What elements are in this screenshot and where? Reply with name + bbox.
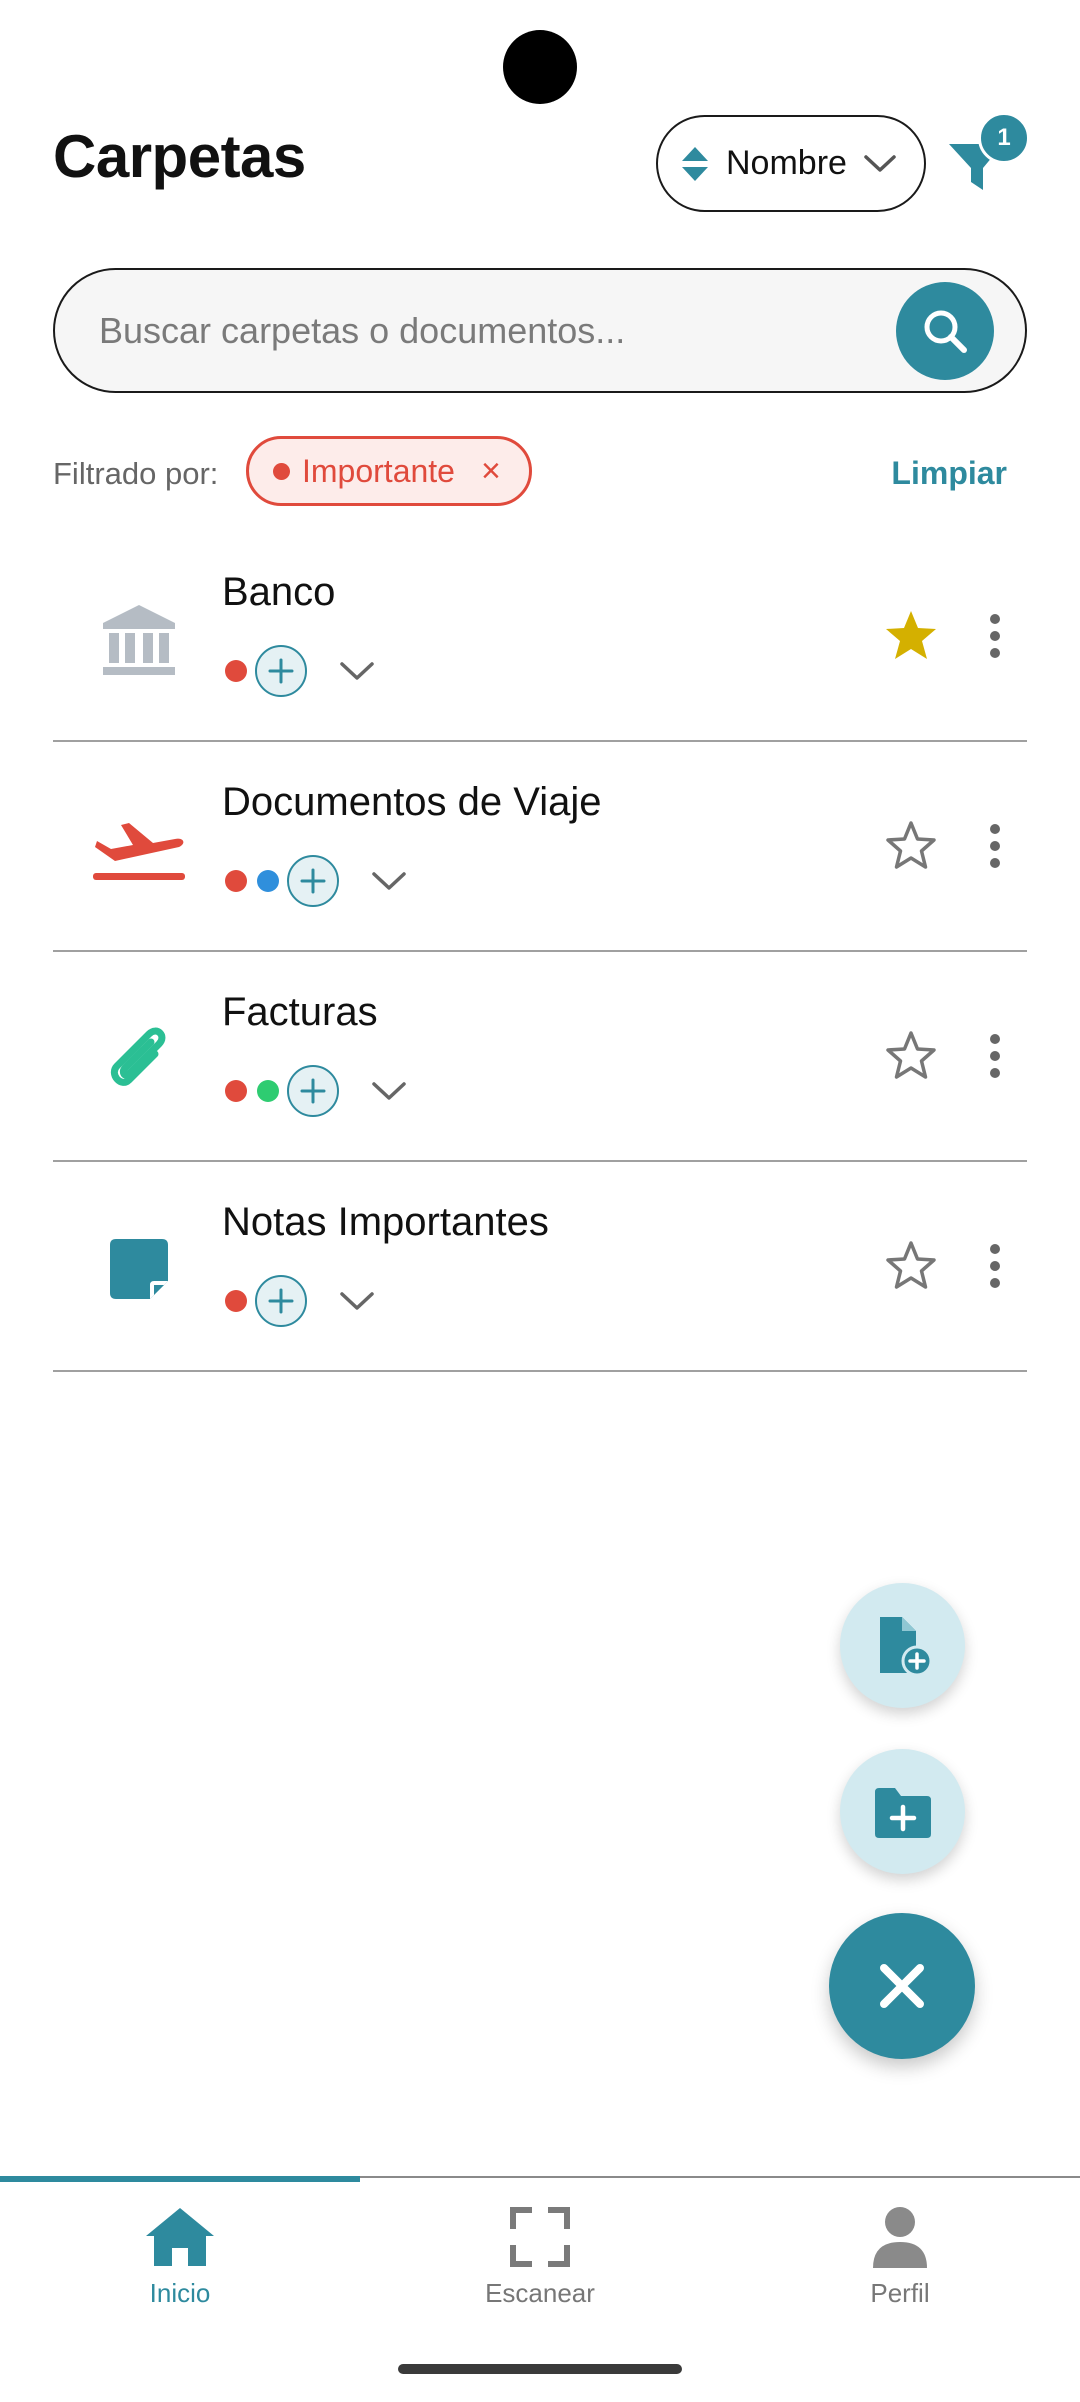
plus-icon <box>268 1288 294 1314</box>
nav-item-escanear[interactable]: Escanear <box>360 2204 720 2309</box>
folder-row[interactable]: Documentos de Viaje <box>53 742 1027 952</box>
scan-icon <box>510 2207 570 2267</box>
file-add-icon <box>879 1616 932 1676</box>
star-outline-icon[interactable] <box>883 1238 939 1294</box>
nav-label: Escanear <box>485 2278 595 2308</box>
folder-name: Banco <box>222 570 336 614</box>
nav-label: Perfil <box>870 2278 930 2308</box>
folder-name: Documentos de Viaje <box>222 780 602 824</box>
folder-row[interactable]: Notas Importantes <box>53 1162 1027 1372</box>
more-options-icon[interactable] <box>975 1238 1015 1294</box>
chevron-down-icon <box>372 1082 406 1100</box>
expand-button[interactable] <box>371 1079 407 1103</box>
add-tag-button[interactable] <box>255 645 307 697</box>
folder-tags <box>225 1063 407 1119</box>
star-filled-icon[interactable] <box>883 608 939 664</box>
close-fab-button[interactable] <box>829 1913 975 2059</box>
expand-button[interactable] <box>371 869 407 893</box>
nav-label: Inicio <box>149 2278 211 2308</box>
chevron-down-icon <box>340 1292 374 1310</box>
new-folder-button[interactable] <box>840 1749 965 1874</box>
nav-item-perfil[interactable]: Perfil <box>720 2204 1080 2309</box>
filter-chip-important[interactable]: Importante × <box>246 436 532 506</box>
add-tag-button[interactable] <box>255 1275 307 1327</box>
nav-active-indicator <box>0 2176 360 2182</box>
tag-color-dot <box>257 870 279 892</box>
filter-chip-label: Importante <box>302 452 455 489</box>
tag-color-dot <box>225 660 247 682</box>
chevron-down-icon <box>372 872 406 890</box>
home-indicator <box>398 2364 682 2374</box>
sort-label: Nombre <box>726 144 847 182</box>
chevron-down-icon <box>340 662 374 680</box>
folder-tags <box>225 1273 375 1329</box>
tag-color-dot <box>257 1080 279 1102</box>
more-options-icon[interactable] <box>975 608 1015 664</box>
sort-icon <box>682 146 708 181</box>
expand-button[interactable] <box>339 1289 375 1313</box>
page-title: Carpetas <box>53 123 306 190</box>
plus-icon <box>300 1078 326 1104</box>
more-options-icon[interactable] <box>975 818 1015 874</box>
plus-icon <box>300 868 326 894</box>
tag-color-dot <box>225 870 247 892</box>
folder-tags <box>225 643 375 699</box>
folder-row[interactable]: Banco <box>53 532 1027 742</box>
star-outline-icon[interactable] <box>883 818 939 874</box>
folder-name: Notas Importantes <box>222 1200 549 1244</box>
folder-row[interactable]: Facturas <box>53 952 1027 1162</box>
active-filters: Filtrado por: Importante × Limpiar <box>53 436 1027 511</box>
tag-color-dot <box>273 462 290 480</box>
search-input[interactable] <box>97 298 921 364</box>
nav-item-inicio[interactable]: Inicio <box>0 2204 360 2309</box>
bank-icon <box>86 587 192 693</box>
filter-count-badge: 1 <box>978 112 1030 164</box>
search-icon <box>924 310 967 353</box>
tag-color-dot <box>225 1290 247 1312</box>
folder-list: Banco Documentos de Viaje Facturas Notas… <box>53 532 1027 1372</box>
plus-icon <box>268 658 294 684</box>
chevron-down-icon <box>864 154 896 172</box>
search-button[interactable] <box>896 282 994 380</box>
tag-color-dot <box>225 1080 247 1102</box>
airplane-icon <box>86 797 192 903</box>
search-bar <box>53 268 1027 393</box>
new-document-button[interactable] <box>840 1583 965 1708</box>
folder-add-icon <box>874 1787 931 1838</box>
add-tag-button[interactable] <box>287 855 339 907</box>
paperclip-icon <box>86 1007 192 1113</box>
filter-label: Filtrado por: <box>53 456 219 491</box>
user-icon <box>873 2207 927 2268</box>
folder-tags <box>225 853 407 909</box>
remove-filter-icon[interactable]: × <box>481 452 501 491</box>
more-options-icon[interactable] <box>975 1028 1015 1084</box>
folder-name: Facturas <box>222 990 378 1034</box>
home-icon <box>146 2208 214 2266</box>
star-outline-icon[interactable] <box>883 1028 939 1084</box>
sticky-note-icon <box>86 1217 192 1323</box>
camera-cutout <box>503 30 577 104</box>
expand-button[interactable] <box>339 659 375 683</box>
add-tag-button[interactable] <box>287 1065 339 1117</box>
sort-button[interactable]: Nombre <box>656 115 926 212</box>
clear-filters-button[interactable]: Limpiar <box>891 455 1007 492</box>
close-icon <box>880 1964 924 2008</box>
